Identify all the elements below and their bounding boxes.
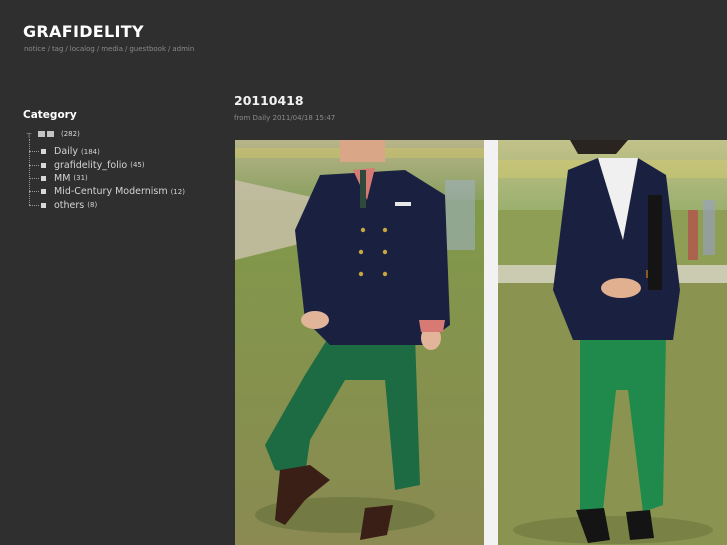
bullet-icon [41, 149, 46, 155]
category-label[interactable]: Mid-Century Modernism [54, 186, 168, 197]
category-count: (184) [81, 147, 100, 156]
category-item-others[interactable]: others (8) [29, 199, 185, 212]
tree-branch [29, 164, 39, 166]
bullet-icon [41, 202, 46, 208]
bullet-icon [41, 175, 46, 181]
category-root-icon [38, 131, 54, 137]
nav-notice[interactable]: notice [24, 45, 46, 53]
site-title[interactable]: GRAFIDELITY [23, 22, 144, 41]
category-label[interactable]: others [54, 200, 84, 211]
tree-toggle-icon[interactable]: ⊤ [26, 132, 34, 140]
category-item-grafidelity-folio[interactable]: grafidelity_folio (45) [29, 158, 185, 171]
category-count: (45) [130, 161, 145, 170]
category-label[interactable]: Daily [54, 146, 78, 157]
category-tree-root[interactable]: ⊤ (282) [26, 128, 80, 140]
category-list: Daily (184) grafidelity_folio (45) MM (3… [29, 145, 185, 212]
tree-branch [29, 151, 39, 153]
category-item-mid-century-modernism[interactable]: Mid-Century Modernism (12) [29, 185, 185, 198]
photo-man-navy-blazer-green-trousers [235, 140, 484, 545]
bullet-icon [41, 162, 46, 168]
page: GRAFIDELITY notice / tag / localog / media / gue… [0, 0, 727, 545]
nav-media[interactable]: media [101, 45, 123, 53]
category-count: (8) [87, 201, 98, 210]
photo-woman-navy-blazer-green-trousers [498, 140, 727, 545]
bullet-icon [41, 189, 46, 195]
post-photo-left[interactable] [235, 140, 484, 545]
post-meta-datetime: 2011/04/18 15:47 [272, 114, 336, 122]
category-count: (31) [73, 174, 88, 183]
sidebar-heading: Category [23, 109, 77, 121]
nav-localog[interactable]: localog [70, 45, 95, 53]
category-root-count: (282) [61, 130, 80, 138]
category-item-mm[interactable]: MM (31) [29, 172, 185, 185]
category-count: (12) [170, 187, 185, 196]
post-photo-right[interactable] [498, 140, 727, 545]
nav-tag[interactable]: tag [52, 45, 63, 53]
nav-guestbook[interactable]: guestbook [129, 45, 166, 53]
nav-admin[interactable]: admin [172, 45, 194, 53]
tree-branch [29, 177, 39, 179]
tree-branch [29, 191, 39, 193]
category-label[interactable]: MM [54, 173, 70, 184]
category-label[interactable]: grafidelity_folio [54, 160, 127, 171]
photo-divider [484, 140, 498, 545]
tree-branch [29, 204, 39, 206]
category-item-daily[interactable]: Daily (184) [29, 145, 185, 158]
post-meta-category[interactable]: Daily [253, 114, 271, 122]
top-nav: notice / tag / localog / media / guestbook / admin [24, 45, 194, 53]
post-meta: from Daily 2011/04/18 15:47 [234, 114, 335, 122]
post-title[interactable]: 20110418 [234, 93, 304, 108]
post-meta-prefix: from [234, 114, 251, 122]
